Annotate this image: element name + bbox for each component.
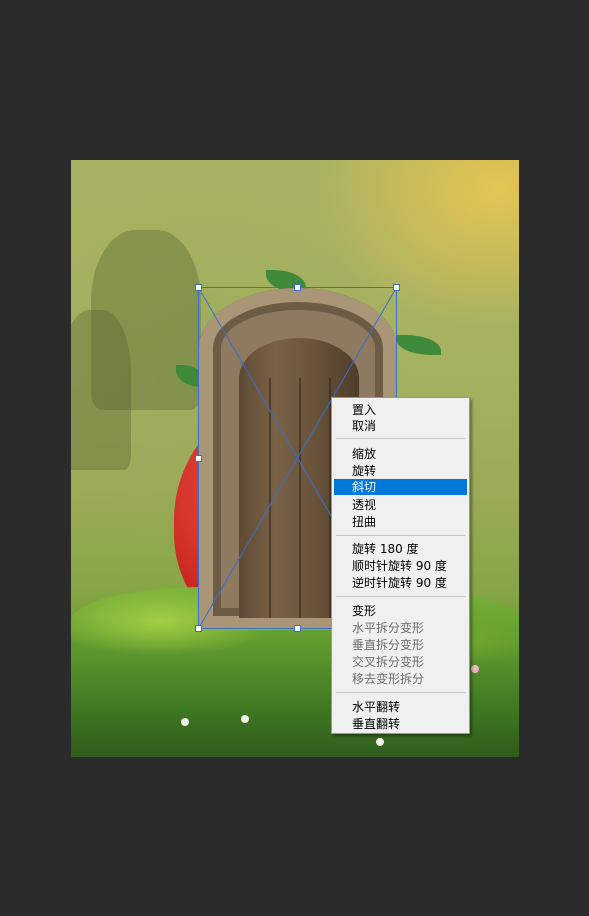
menu-item-rotate-90-ccw[interactable]: 逆时针旋转 90 度 [334,575,467,591]
menu-separator [336,596,465,597]
menu-item-remove-warp-split: 移去变形拆分 [352,672,425,686]
menu-item-split-warp-crosswise: 交叉拆分变形 [352,655,425,669]
transform-handle[interactable] [294,284,301,291]
menu-item-split-warp-vertical: 垂直拆分变形 [352,638,425,652]
menu-item-split-warp-horizontal: 水平拆分变形 [352,621,425,635]
menu-item-rotate-90-cw[interactable]: 顺时针旋转 90 度 [334,558,467,574]
door-plank [269,378,271,618]
menu-separator [336,438,465,439]
transform-handle[interactable] [195,455,202,462]
menu-item-place[interactable]: 置入 [334,402,467,418]
menu-item-flip-vertical[interactable]: 垂直翻转 [334,716,467,732]
menu-item-perspective[interactable]: 透视 [334,497,467,513]
transform-context-menu: 置入 取消 缩放 旋转 斜切 透视 扭曲 旋转 180 度 顺时针旋转 90 度… [331,397,470,734]
menu-item-skew[interactable]: 斜切 [334,479,467,495]
menu-item-cancel[interactable]: 取消 [334,418,467,434]
transform-handle[interactable] [393,284,400,291]
flower [241,715,249,723]
menu-separator [336,692,465,693]
menu-item-flip-horizontal[interactable]: 水平翻转 [334,699,467,715]
door-plank [299,378,301,618]
background-tree [71,310,131,470]
transform-handle[interactable] [294,625,301,632]
menu-separator [336,535,465,536]
menu-item-distort[interactable]: 扭曲 [334,514,467,530]
strawberry-leaf [396,335,441,355]
flower [181,718,189,726]
transform-handle[interactable] [195,625,202,632]
flower [471,665,479,673]
menu-item-warp[interactable]: 变形 [334,603,467,619]
menu-item-rotate-180[interactable]: 旋转 180 度 [334,541,467,557]
transform-handle[interactable] [195,284,202,291]
menu-item-rotate[interactable]: 旋转 [334,463,467,479]
flower [376,738,384,746]
menu-item-scale[interactable]: 缩放 [334,446,467,462]
